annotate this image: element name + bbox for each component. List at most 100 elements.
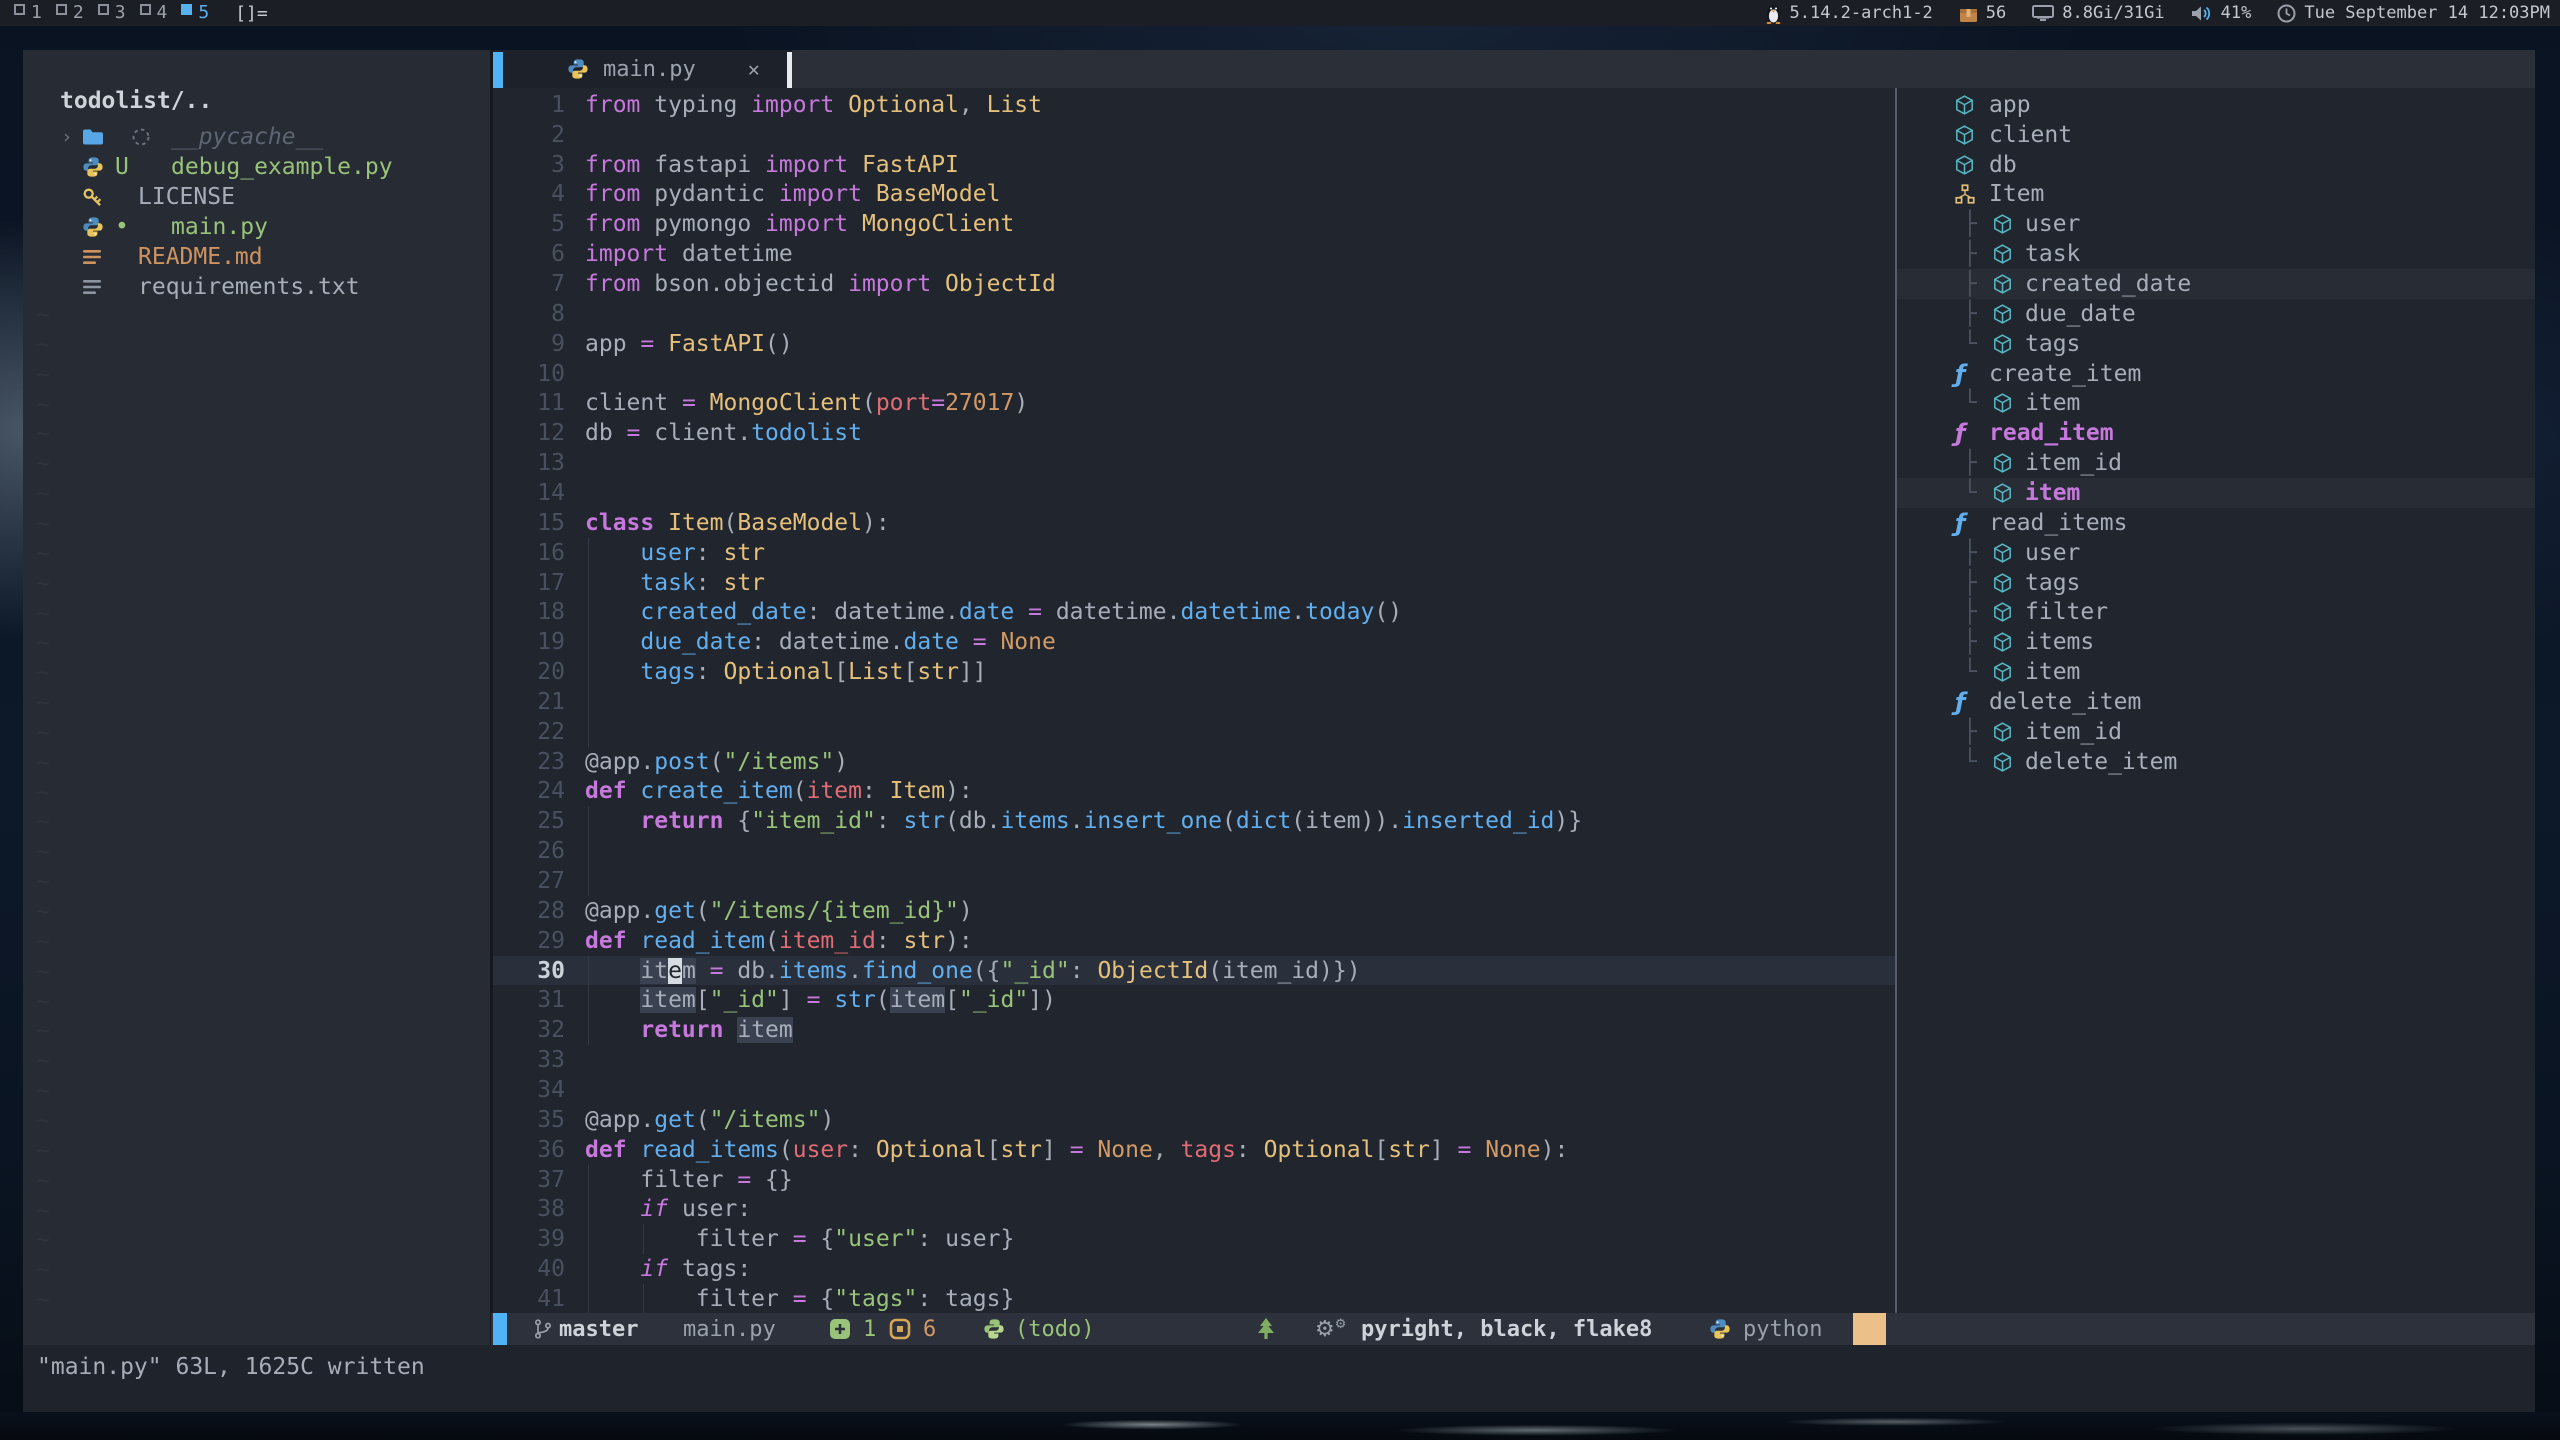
code-line-6[interactable]: 6import datetime (493, 239, 1895, 269)
code-line-23[interactable]: 23@app.post("/items") (493, 747, 1895, 777)
code-line-22[interactable]: 22 (493, 717, 1895, 747)
code-line-17[interactable]: 17 task: str (493, 568, 1895, 598)
empty-line-tilde: ~ (36, 1227, 50, 1253)
code-line-39[interactable]: 39 filter = {"user": user} (493, 1224, 1895, 1254)
workspace-button-3[interactable]: 3 (98, 2, 126, 24)
code-line-31[interactable]: 31 item["_id"] = str(item["_id"]) (493, 986, 1895, 1016)
empty-line-tilde: ~ (36, 571, 50, 597)
symbol-due_date[interactable]: ├due_date (1897, 299, 2535, 329)
code-line-21[interactable]: 21 (493, 687, 1895, 717)
code-line-26[interactable]: 26 (493, 836, 1895, 866)
code-line-9[interactable]: 9app = FastAPI() (493, 329, 1895, 359)
workspace-button-1[interactable]: 1 (14, 2, 42, 24)
code-line-10[interactable]: 10 (493, 359, 1895, 389)
code-line-8[interactable]: 8 (493, 299, 1895, 329)
symbol-user[interactable]: ├user (1897, 209, 2535, 239)
code-line-13[interactable]: 13 (493, 448, 1895, 478)
symbol-created_date[interactable]: ├created_date (1897, 269, 2535, 299)
code-line-15[interactable]: 15class Item(BaseModel): (493, 508, 1895, 538)
line-number: 1 (493, 92, 565, 118)
empty-line-tilde: ~ (36, 1018, 50, 1044)
tree-connector: ├ (1963, 301, 1977, 327)
symbol-item[interactable]: └item (1897, 389, 2535, 419)
line-number: 35 (493, 1107, 565, 1133)
workspace-number: 1 (31, 2, 42, 24)
code-line-41[interactable]: 41 filter = {"tags": tags} (493, 1284, 1895, 1314)
symbol-delete_item[interactable]: ƒdelete_item (1897, 687, 2535, 717)
code-line-28[interactable]: 28@app.get("/items/{item_id}") (493, 896, 1895, 926)
indent-guide (588, 538, 589, 747)
code-line-36[interactable]: 36def read_items(user: Optional[str] = N… (493, 1135, 1895, 1165)
code-editor[interactable]: 1from typing import Optional, List23from… (493, 88, 1895, 1314)
code-text: created_date: datetime.date = datetime.d… (585, 599, 1402, 625)
symbol-user[interactable]: ├user (1897, 538, 2535, 568)
symbol-app[interactable]: app (1897, 90, 2535, 120)
symbol-Item[interactable]: Item (1897, 180, 2535, 210)
symbol-item_id[interactable]: ├item_id (1897, 717, 2535, 747)
code-line-11[interactable]: 11client = MongoClient(port=27017) (493, 389, 1895, 419)
code-line-38[interactable]: 38 if user: (493, 1194, 1895, 1224)
code-line-30[interactable]: 30 item = db.items.find_one({"_id": Obje… (493, 956, 1895, 986)
symbol-delete_item[interactable]: └delete_item (1897, 747, 2535, 777)
empty-line-tilde: ~ (36, 362, 50, 388)
symbol-tags[interactable]: └tags (1897, 329, 2535, 359)
symbol-read_items[interactable]: ƒread_items (1897, 508, 2535, 538)
code-line-32[interactable]: 32 return item (493, 1015, 1895, 1045)
code-line-24[interactable]: 24def create_item(item: Item): (493, 777, 1895, 807)
code-line-16[interactable]: 16 user: str (493, 538, 1895, 568)
code-line-37[interactable]: 37 filter = {} (493, 1165, 1895, 1195)
tree-item-main.py[interactable]: •main.py (23, 212, 490, 242)
symbol-tags[interactable]: ├tags (1897, 568, 2535, 598)
symbol-item[interactable]: └item (1897, 657, 2535, 687)
code-line-5[interactable]: 5from pymongo import MongoClient (493, 209, 1895, 239)
code-line-19[interactable]: 19 due_date: datetime.date = None (493, 627, 1895, 657)
tab-main-py[interactable]: main.py ✕ (503, 50, 792, 88)
code-line-33[interactable]: 33 (493, 1045, 1895, 1075)
symbol-label: delete_item (2025, 749, 2177, 775)
code-line-40[interactable]: 40 if tags: (493, 1254, 1895, 1284)
code-text: app = FastAPI() (585, 331, 793, 357)
chevron-icon[interactable]: › (61, 126, 72, 148)
symbol-item_id[interactable]: ├item_id (1897, 448, 2535, 478)
code-line-14[interactable]: 14 (493, 478, 1895, 508)
tree-item-README.md[interactable]: README.md (23, 242, 490, 272)
workspace-button-2[interactable]: 2 (56, 2, 84, 24)
symbol-create_item[interactable]: ƒcreate_item (1897, 359, 2535, 389)
code-line-4[interactable]: 4from pydantic import BaseModel (493, 180, 1895, 210)
symbol-item[interactable]: └item (1897, 478, 2535, 508)
symbol-filter[interactable]: ├filter (1897, 597, 2535, 627)
cube-icon (1993, 632, 2012, 652)
empty-line-tilde: ~ (36, 1108, 50, 1134)
code-line-35[interactable]: 35 @app.get("/items") (493, 1105, 1895, 1135)
tree-item-LICENSE[interactable]: LICENSE (23, 182, 490, 212)
code-text: @app.get("/items") (585, 1107, 834, 1133)
code-line-3[interactable]: 3from fastapi import FastAPI (493, 150, 1895, 180)
code-line-1[interactable]: 1from typing import Optional, List (493, 90, 1895, 120)
code-line-27[interactable]: 27 (493, 866, 1895, 896)
code-text: @app.post("/items") (585, 749, 848, 775)
tree-item-debug_example.py[interactable]: Udebug_example.py (23, 152, 490, 182)
class-icon (1955, 184, 1975, 204)
code-line-29[interactable]: 29def read_item(item_id: str): (493, 926, 1895, 956)
code-line-18[interactable]: 18 created_date: datetime.date = datetim… (493, 597, 1895, 627)
status-item: Tue September 14 12:03PM (2277, 3, 2550, 23)
cube-icon (1955, 95, 1974, 115)
close-icon[interactable]: ✕ (748, 57, 760, 81)
code-line-20[interactable]: 20 tags: Optional[List[str]] (493, 657, 1895, 687)
workspace-button-4[interactable]: 4 (140, 2, 168, 24)
code-line-2[interactable]: 2 (493, 120, 1895, 150)
code-line-12[interactable]: 12db = client.todolist (493, 418, 1895, 448)
symbol-read_item[interactable]: ƒread_item (1897, 418, 2535, 448)
symbol-label: item (2025, 659, 2080, 685)
symbol-items[interactable]: ├items (1897, 627, 2535, 657)
workspace-button-5[interactable]: 5 (181, 2, 209, 24)
code-line-34[interactable]: 34 (493, 1075, 1895, 1105)
tree-item-requirements.txt[interactable]: requirements.txt (23, 272, 490, 302)
symbol-task[interactable]: ├task (1897, 239, 2535, 269)
code-line-25[interactable]: 25 return {"item_id": str(db.items.inser… (493, 806, 1895, 836)
symbol-db[interactable]: db (1897, 150, 2535, 180)
symbol-client[interactable]: client (1897, 120, 2535, 150)
code-line-7[interactable]: 7from bson.objectid import ObjectId (493, 269, 1895, 299)
line-number: 22 (493, 719, 565, 745)
tree-item-__pycache__[interactable]: ›__pycache__ (23, 122, 490, 152)
